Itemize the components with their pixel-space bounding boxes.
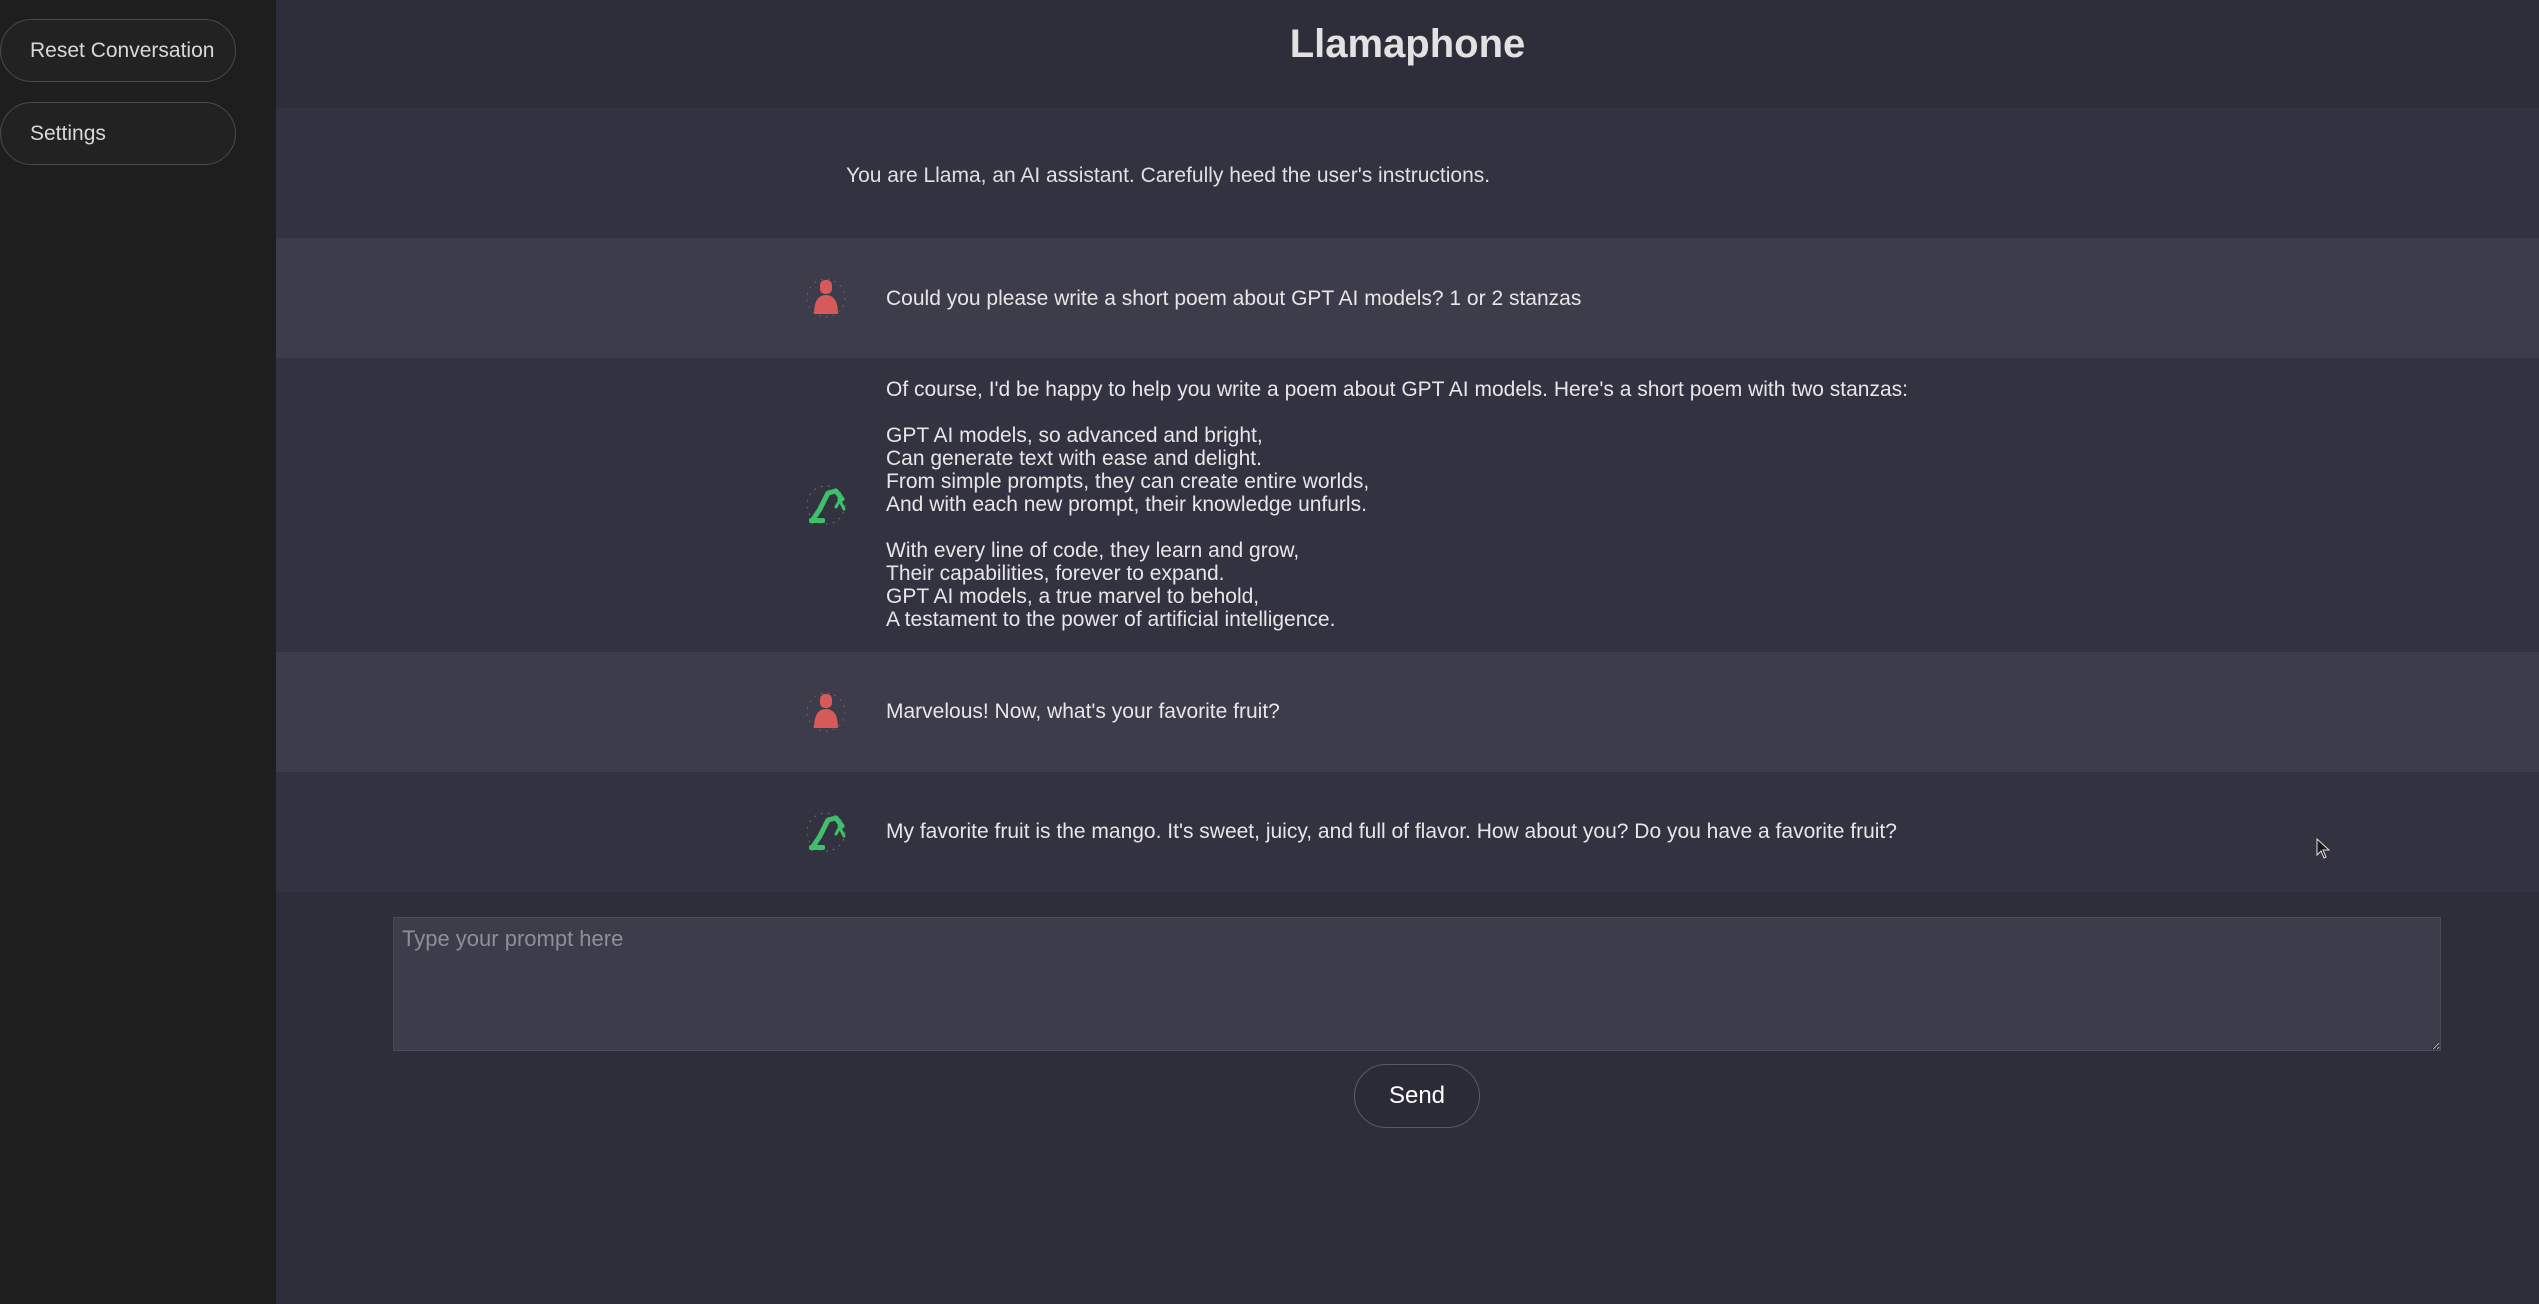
settings-button[interactable]: Settings [0, 102, 236, 165]
message-text: Could you please write a short poem abou… [886, 287, 1582, 310]
message-user: Marvelous! Now, what's your favorite fru… [276, 652, 2539, 772]
message-assistant: Of course, I'd be happy to help you writ… [276, 358, 2539, 652]
mouse-cursor-icon [2316, 838, 2331, 859]
message-text: My favorite fruit is the mango. It's swe… [886, 820, 1897, 843]
system-message: You are Llama, an AI assistant. Carefull… [276, 108, 2539, 238]
robot-arm-icon [806, 485, 846, 525]
message-assistant: My favorite fruit is the mango. It's swe… [276, 772, 2539, 892]
message-user: Could you please write a short poem abou… [276, 238, 2539, 358]
system-message-text: You are Llama, an AI assistant. Carefull… [846, 164, 1491, 187]
send-button[interactable]: Send [1354, 1064, 1480, 1128]
sidebar: Reset Conversation Settings [0, 0, 276, 1304]
user-icon [806, 692, 846, 732]
page-title: Llamaphone [1289, 22, 1526, 66]
message-text: Marvelous! Now, what's your favorite fru… [886, 700, 1280, 723]
robot-arm-icon [806, 812, 846, 852]
message-text: Of course, I'd be happy to help you writ… [886, 378, 1908, 631]
prompt-input[interactable] [393, 917, 2441, 1051]
user-icon [806, 278, 846, 318]
reset-conversation-button[interactable]: Reset Conversation [0, 19, 236, 82]
